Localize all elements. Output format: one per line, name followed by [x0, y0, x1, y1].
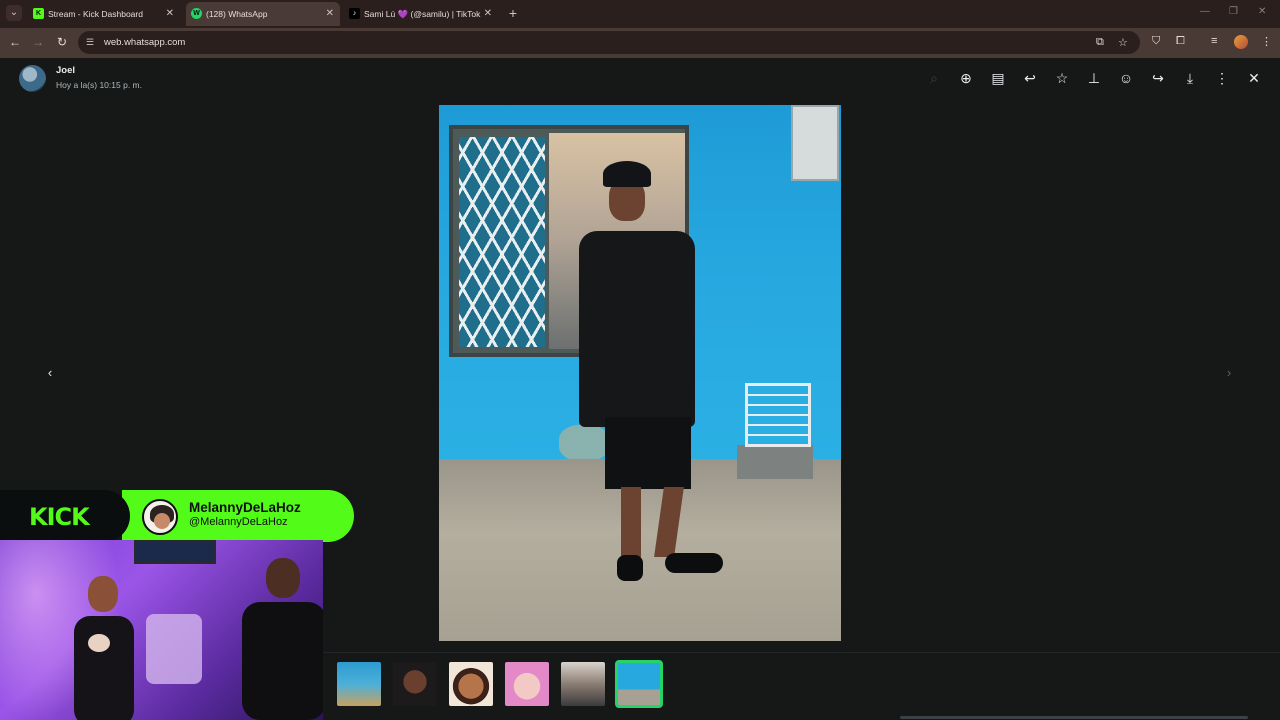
webcam-person-body — [74, 616, 134, 720]
photo-person-leg — [621, 487, 641, 557]
photo-electric-meter — [791, 105, 839, 181]
kick-icon: K — [33, 8, 44, 19]
tiktok-icon: ♪ — [349, 8, 360, 19]
restore-icon[interactable]: ❐ — [1229, 6, 1238, 17]
media-thumbnail[interactable] — [393, 662, 437, 706]
install-app-icon[interactable]: ⧉ — [1096, 36, 1104, 49]
close-icon[interactable]: ✕ — [1245, 69, 1263, 87]
minimize-icon[interactable]: — — [1200, 6, 1210, 17]
whatsapp-icon: W — [191, 8, 202, 19]
streamer-avatar — [142, 499, 178, 535]
kick-logo: KICK — [29, 503, 90, 531]
photo-gas-base — [737, 445, 813, 479]
tab-tiktok[interactable]: ♪ Sami Lú 💜 (@samilu) | TikTok ✕ — [344, 2, 498, 26]
photo-person-leg — [654, 487, 684, 557]
tab-kick-dashboard[interactable]: K Stream - Kick Dashboard ✕ — [28, 2, 180, 26]
streamer-webcam — [0, 540, 323, 720]
contact-name[interactable]: Joel — [56, 65, 75, 76]
kick-streamer-banner: KICK MelannyDeLaHoz @MelannyDeLaHoz — [0, 490, 354, 542]
react-emoji-icon[interactable]: ☺ — [1117, 69, 1135, 87]
tab-search-icon[interactable]: ⌄ — [6, 5, 22, 21]
contact-avatar[interactable] — [19, 65, 46, 92]
window-close-icon[interactable]: ✕ — [1258, 6, 1266, 17]
photo-person-sandal — [617, 555, 643, 581]
webcam-person-head — [266, 558, 300, 598]
back-icon[interactable]: ← — [7, 34, 23, 50]
media-thumbnail[interactable] — [449, 662, 493, 706]
forward-icon[interactable]: ↪ — [1149, 69, 1167, 87]
browser-toolbar: ← → ↻ ☰ web.whatsapp.com ⧉ ☆ ⛉ ⧠ ≡ ⋮ — [0, 28, 1280, 58]
message-timestamp: Hoy a la(s) 10:15 p. m. — [56, 80, 142, 90]
extensions-puzzle-icon[interactable]: ⧠ — [1176, 35, 1185, 48]
previous-media-button[interactable]: ‹ — [39, 362, 61, 384]
close-tab-icon[interactable]: ✕ — [484, 2, 492, 26]
photo-person-shorts — [605, 417, 691, 489]
tab-title: Stream - Kick Dashboard — [48, 9, 143, 19]
pin-icon[interactable]: ⊥ — [1085, 69, 1103, 87]
webcam-person-hands — [88, 634, 110, 652]
view-in-chat-icon[interactable]: ▤ — [989, 69, 1007, 87]
media-controls-icon[interactable]: ≡ — [1211, 35, 1217, 47]
tab-whatsapp[interactable]: W (128) WhatsApp ✕ — [186, 2, 340, 26]
browser-tab-strip: ⌄ K Stream - Kick Dashboard ✕ W (128) Wh… — [0, 0, 1280, 28]
tab-title: (128) WhatsApp — [206, 9, 268, 19]
streamer-avatar-face — [154, 513, 170, 529]
streamer-handle: @MelannyDeLaHoz — [189, 516, 288, 528]
media-photo[interactable] — [439, 105, 841, 641]
media-viewer-header: Joel Hoy a la(s) 10:15 p. m. ⌕ ⊕ ▤ ↩ ☆ ⊥… — [0, 58, 1280, 98]
new-tab-button[interactable]: + — [505, 4, 521, 22]
webcam-person-right — [236, 558, 323, 720]
shield-extension-icon[interactable]: ⛉ — [1152, 35, 1160, 48]
reply-icon[interactable]: ↩ — [1021, 69, 1039, 87]
webcam-person-left — [62, 576, 142, 720]
photo-window-grille — [459, 137, 545, 347]
star-icon[interactable]: ☆ — [1053, 69, 1071, 87]
close-tab-icon[interactable]: ✕ — [326, 2, 334, 26]
close-tab-icon[interactable]: ✕ — [166, 2, 174, 26]
bookmark-star-icon[interactable]: ☆ — [1118, 36, 1128, 49]
download-icon[interactable]: ⤓ — [1181, 69, 1199, 87]
media-thumbnail-selected[interactable] — [615, 660, 663, 708]
webcam-chair — [146, 614, 202, 684]
reload-icon[interactable]: ↻ — [54, 34, 70, 50]
photo-person-sandal — [665, 553, 723, 573]
webcam-person-body — [242, 602, 323, 720]
webcam-tv — [134, 540, 216, 564]
zoom-in-icon[interactable]: ⊕ — [957, 69, 975, 87]
media-thumbnail[interactable] — [337, 662, 381, 706]
address-bar[interactable]: ☰ web.whatsapp.com ⧉ ☆ — [78, 31, 1140, 54]
media-thumbnail[interactable] — [561, 662, 605, 706]
photo-person-cap — [603, 161, 651, 187]
media-thumbnail[interactable] — [505, 662, 549, 706]
tab-title: Sami Lú 💜 (@samilu) | TikTok — [364, 9, 481, 19]
profile-avatar[interactable] — [1234, 35, 1248, 49]
menu-icon[interactable]: ⋮ — [1213, 69, 1231, 87]
url-text[interactable]: web.whatsapp.com — [104, 31, 185, 54]
webcam-person-head — [88, 576, 118, 612]
next-media-button[interactable]: › — [1218, 362, 1240, 384]
forward-icon[interactable]: → — [30, 34, 46, 50]
zoom-out-icon: ⌕ — [930, 70, 938, 86]
streamer-name: MelannyDeLaHoz — [189, 500, 301, 515]
photo-person — [579, 161, 723, 581]
photo-gas-cage — [745, 383, 811, 447]
thumbnail-scrollbar[interactable] — [900, 716, 1248, 719]
photo-person-shirt — [579, 231, 695, 427]
browser-menu-icon[interactable]: ⋮ — [1261, 35, 1272, 48]
site-info-icon[interactable]: ☰ — [86, 37, 94, 48]
